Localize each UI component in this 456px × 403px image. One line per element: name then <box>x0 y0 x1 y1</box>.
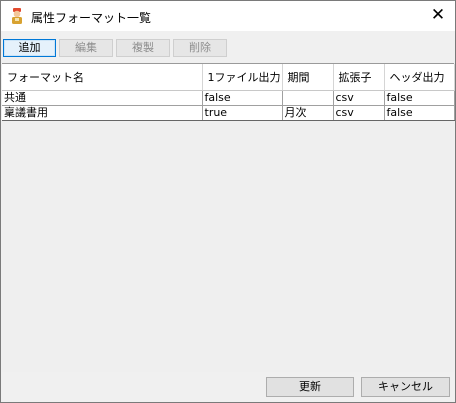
cell-single-file-output[interactable]: false <box>202 90 283 106</box>
window-title: 属性フォーマット一覧 <box>31 11 152 25</box>
column-header-extension[interactable]: 拡張子 <box>333 64 385 91</box>
cell-period[interactable] <box>282 90 334 106</box>
table-row[interactable]: 共通 false csv false <box>2 90 455 106</box>
column-header-header-output[interactable]: ヘッダ出力 <box>384 64 455 91</box>
table-header-row: フォーマット名 1ファイル出力 期間 拡張子 ヘッダ出力 <box>2 64 455 91</box>
column-header-single-file-output[interactable]: 1ファイル出力 <box>202 64 283 91</box>
column-header-period[interactable]: 期間 <box>282 64 334 91</box>
column-header-format-name[interactable]: フォーマット名 <box>2 64 203 91</box>
close-icon: ✕ <box>430 5 446 25</box>
cell-header-output[interactable]: false <box>384 105 455 121</box>
app-icon <box>10 8 24 24</box>
cell-format-name[interactable]: 稟議書用 <box>2 105 203 121</box>
edit-button[interactable]: 編集 <box>59 39 113 57</box>
status-bar <box>1 399 455 402</box>
cell-single-file-output[interactable]: true <box>202 105 283 121</box>
toolbar: 追加 編集 複製 削除 <box>1 31 455 61</box>
cell-extension[interactable]: csv <box>333 105 385 121</box>
close-button[interactable]: ✕ <box>421 1 455 31</box>
title-bar: 属性フォーマット一覧 ✕ <box>1 1 455 31</box>
format-table: フォーマット名 1ファイル出力 期間 拡張子 ヘッダ出力 共通 false cs… <box>2 64 455 121</box>
cell-period[interactable]: 月次 <box>282 105 334 121</box>
refresh-button[interactable]: 更新 <box>266 377 354 397</box>
cell-format-name[interactable]: 共通 <box>2 90 203 106</box>
table-row[interactable]: 稟議書用 true 月次 csv false <box>2 105 455 121</box>
dialog-window: 属性フォーマット一覧 ✕ 追加 編集 複製 削除 フォーマット名 1ファイル出力… <box>0 0 456 403</box>
add-button[interactable]: 追加 <box>3 39 56 57</box>
format-grid[interactable]: フォーマット名 1ファイル出力 期間 拡張子 ヘッダ出力 共通 false cs… <box>2 63 455 372</box>
cell-header-output[interactable]: false <box>384 90 455 106</box>
cancel-button[interactable]: キャンセル <box>361 377 450 397</box>
delete-button[interactable]: 削除 <box>173 39 227 57</box>
cell-extension[interactable]: csv <box>333 90 385 106</box>
duplicate-button[interactable]: 複製 <box>116 39 170 57</box>
